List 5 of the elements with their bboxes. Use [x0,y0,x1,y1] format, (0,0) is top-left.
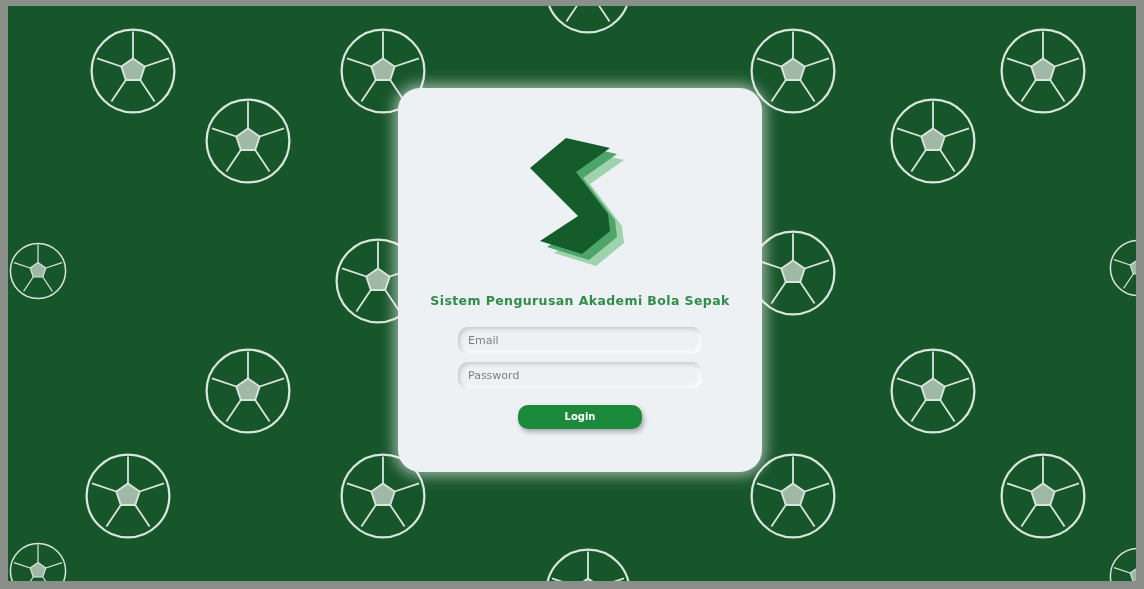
soccer-ball-drawing [8,241,68,301]
email-field[interactable]: Email [458,326,702,354]
password-field[interactable]: Password [458,361,702,389]
app-title: Sistem Pengurusan Akademi Bola Sepak [430,292,730,310]
login-button[interactable]: Login [518,404,642,429]
